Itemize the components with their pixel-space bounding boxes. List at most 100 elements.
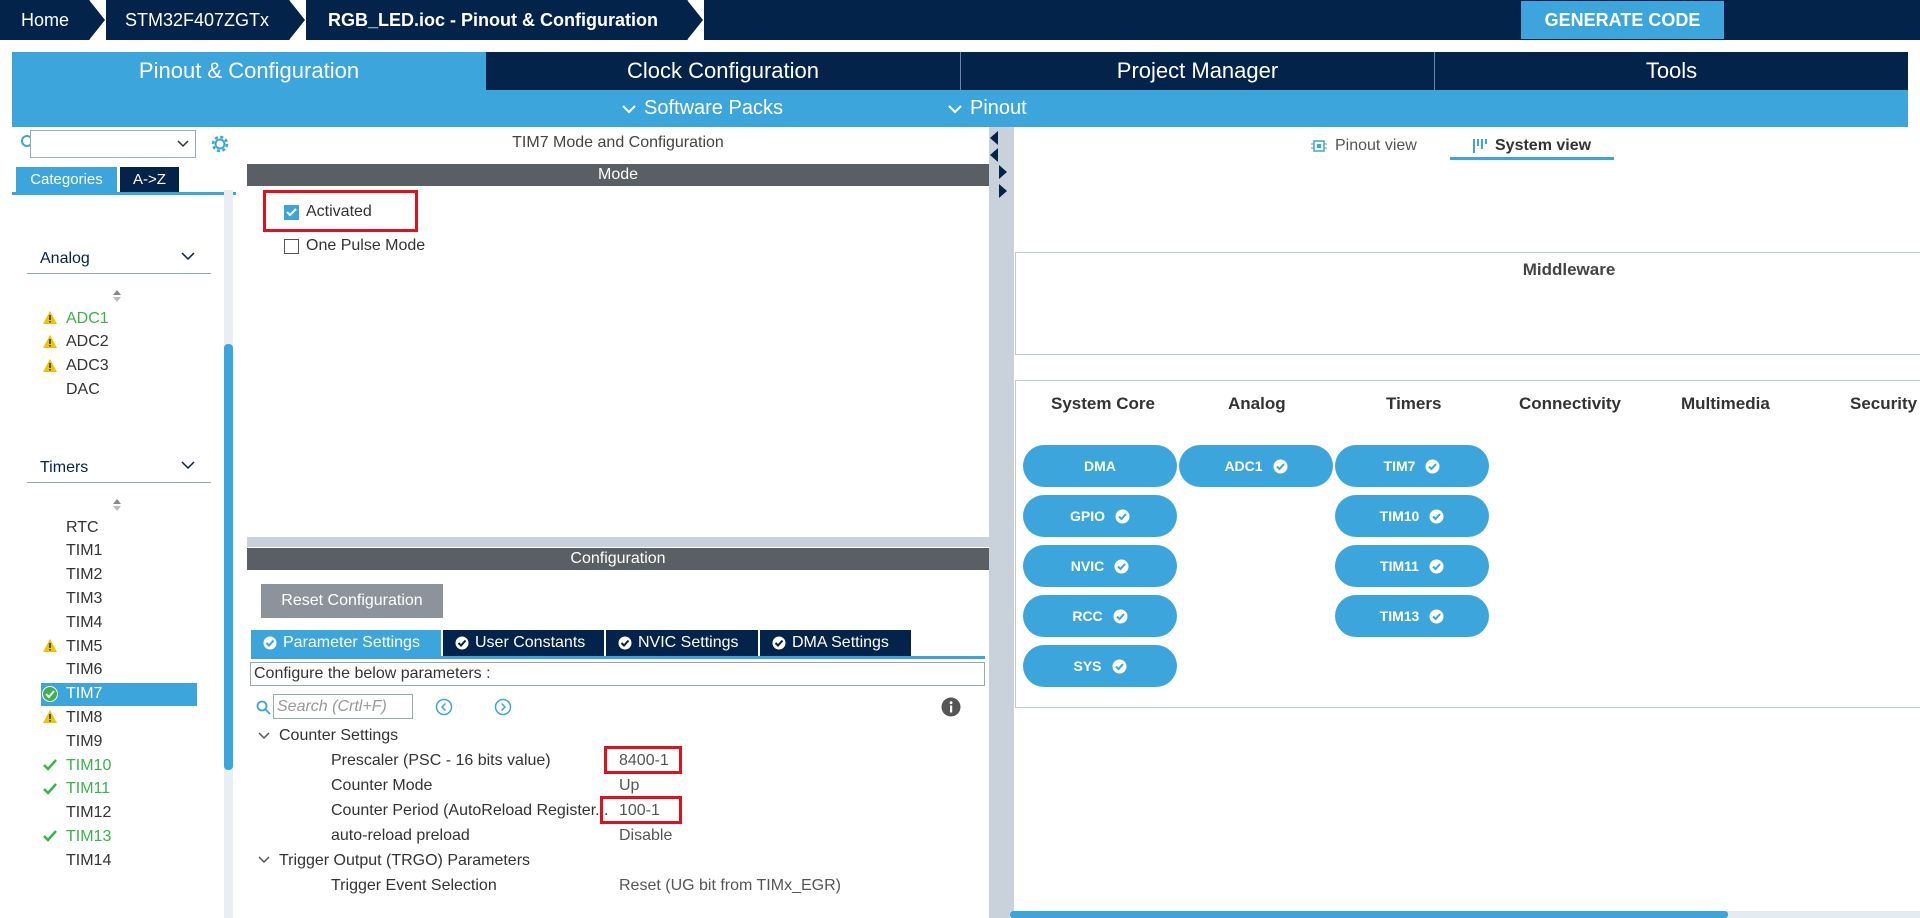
previous-icon[interactable] — [435, 698, 453, 716]
auto-reload-preload-value[interactable]: Disable — [619, 827, 672, 845]
check-circle-icon — [1273, 459, 1288, 473]
sidebar-item-tim3[interactable]: TIM3 — [41, 587, 197, 610]
chevron-down-icon[interactable] — [258, 856, 270, 864]
collapse-left-icon[interactable] — [989, 130, 999, 164]
sidebar-item-label: DAC — [66, 380, 100, 398]
sidebar-item-label: ADC1 — [66, 309, 109, 327]
check-icon — [43, 830, 57, 843]
group-timers-header[interactable]: Timers — [40, 459, 88, 477]
component-tim10[interactable]: TIM10 — [1335, 495, 1489, 537]
tab-clock-configuration[interactable]: Clock Configuration — [486, 52, 960, 90]
sidebar-scrollbar-thumb[interactable] — [224, 344, 233, 770]
pinout-menu[interactable]: Pinout — [948, 90, 1027, 127]
check-circle-icon — [1114, 559, 1129, 573]
sidebar-item-tim12[interactable]: TIM12 — [41, 802, 197, 825]
horizontal-scrollbar-thumb[interactable] — [1010, 911, 1728, 918]
gear-icon[interactable] — [209, 133, 231, 155]
check-circle-icon — [1113, 609, 1128, 623]
sidebar-item-tim6[interactable]: TIM6 — [41, 659, 197, 682]
chevron-right-icon — [88, 0, 106, 40]
component-gpio[interactable]: GPIO — [1023, 495, 1177, 537]
sidebar-item-tim11[interactable]: TIM11 — [41, 778, 197, 801]
sort-icon[interactable] — [112, 498, 122, 512]
tab-user-constants[interactable]: User Constants — [443, 630, 604, 656]
auto-reload-preload-label: auto-reload preload — [331, 827, 470, 844]
sidebar-item-tim5[interactable]: TIM5 — [41, 635, 197, 658]
sidebar-item-adc2[interactable]: ADC2 — [41, 331, 197, 354]
sidebar-item-adc1[interactable]: ADC1 — [41, 307, 197, 330]
sidebar-item-tim7[interactable]: TIM7 — [41, 682, 197, 706]
tab-categories[interactable]: Categories — [16, 167, 117, 192]
system-view-icon — [1473, 139, 1487, 153]
chevron-down-icon[interactable] — [258, 732, 270, 740]
tab-dma-settings[interactable]: DMA Settings — [760, 630, 911, 656]
counter-mode-value[interactable]: Up — [619, 777, 639, 795]
highlight-box — [263, 190, 418, 232]
sidebar-item-label: TIM4 — [66, 613, 103, 631]
panel-splitter[interactable] — [247, 537, 989, 547]
tab-project-manager[interactable]: Project Manager — [961, 52, 1434, 90]
tab-pinout-view[interactable]: Pinout view — [1311, 134, 1417, 158]
one-pulse-row[interactable]: One Pulse Mode — [284, 237, 425, 255]
tab-parameter-settings[interactable]: Parameter Settings — [251, 630, 441, 656]
sidebar-item-tim14[interactable]: TIM14 — [41, 849, 197, 872]
chevron-down-icon[interactable] — [181, 252, 195, 261]
one-pulse-checkbox[interactable] — [284, 238, 299, 254]
reset-configuration-button[interactable]: Reset Configuration — [261, 584, 443, 618]
main-tabs: Pinout & Configuration Clock Configurati… — [12, 52, 1908, 90]
tab-label: DMA Settings — [792, 634, 889, 651]
component-sys[interactable]: SYS — [1023, 645, 1177, 687]
panel-title: TIM7 Mode and Configuration — [512, 134, 724, 151]
tab-pinout-configuration[interactable]: Pinout & Configuration — [12, 52, 486, 90]
sidebar-item-tim10[interactable]: TIM10 — [41, 754, 197, 777]
component-search-combo[interactable] — [30, 130, 196, 158]
next-icon[interactable] — [494, 698, 512, 716]
breadcrumb-home[interactable]: Home — [0, 0, 88, 40]
info-icon[interactable] — [941, 697, 961, 717]
component-label: TIM11 — [1380, 558, 1419, 574]
tab-label: NVIC Settings — [638, 634, 739, 651]
breadcrumb-file[interactable]: RGB_LED.ioc - Pinout & Configuration — [306, 0, 686, 40]
chevron-right-icon — [288, 0, 306, 40]
check-circle-icon — [1429, 509, 1444, 523]
sidebar-item-label: TIM6 — [66, 661, 103, 679]
component-tim7[interactable]: TIM7 — [1335, 445, 1489, 487]
status-icon-wrap — [42, 709, 58, 724]
chevron-down-icon[interactable] — [181, 461, 195, 470]
vertical-splitter[interactable] — [989, 127, 1007, 918]
check-icon — [43, 782, 57, 795]
sidebar-item-tim4[interactable]: TIM4 — [41, 611, 197, 634]
tab-tools[interactable]: Tools — [1435, 52, 1908, 90]
sidebar-item-tim8[interactable]: TIM8 — [41, 706, 197, 729]
group-analog-header[interactable]: Analog — [40, 250, 90, 268]
counter-settings-group[interactable]: Counter Settings — [279, 727, 398, 745]
sidebar-item-adc3[interactable]: ADC3 — [41, 355, 197, 378]
search-icon — [256, 700, 271, 715]
tab-nvic-settings[interactable]: NVIC Settings — [606, 630, 758, 656]
sidebar-item-tim13[interactable]: TIM13 — [41, 825, 197, 848]
sidebar-item-tim2[interactable]: TIM2 — [41, 564, 197, 587]
sidebar-item-rtc[interactable]: RTC — [41, 516, 197, 539]
sort-icon[interactable] — [112, 289, 122, 303]
trgo-group[interactable]: Trigger Output (TRGO) Parameters — [279, 852, 530, 870]
tab-a-to-z[interactable]: A->Z — [120, 167, 179, 192]
software-packs-menu[interactable]: Software Packs — [622, 90, 783, 127]
breadcrumb-device[interactable]: STM32F407ZGTx — [106, 0, 288, 40]
sidebar-item-tim1[interactable]: TIM1 — [41, 540, 197, 563]
component-tim11[interactable]: TIM11 — [1335, 545, 1489, 587]
component-adc1[interactable]: ADC1 — [1179, 445, 1333, 487]
check-circle-icon — [263, 636, 277, 650]
sidebar-item-tim9[interactable]: TIM9 — [41, 730, 197, 753]
component-rcc[interactable]: RCC — [1023, 595, 1177, 637]
parameter-search-input[interactable]: Search (Crtl+F) — [273, 694, 413, 719]
tab-system-view[interactable]: System view — [1473, 134, 1591, 158]
component-label: RCC — [1072, 608, 1103, 624]
breadcrumb-home-label: Home — [21, 9, 70, 30]
component-tim13[interactable]: TIM13 — [1335, 595, 1489, 637]
component-dma[interactable]: DMA — [1023, 445, 1177, 487]
component-nvic[interactable]: NVIC — [1023, 545, 1177, 587]
check-circle-icon — [1115, 509, 1130, 523]
generate-code-button[interactable]: GENERATE CODE — [1521, 1, 1724, 39]
sidebar-item-dac[interactable]: DAC — [41, 378, 197, 401]
trigger-event-value[interactable]: Reset (UG bit from TIMx_EGR) — [619, 877, 841, 895]
